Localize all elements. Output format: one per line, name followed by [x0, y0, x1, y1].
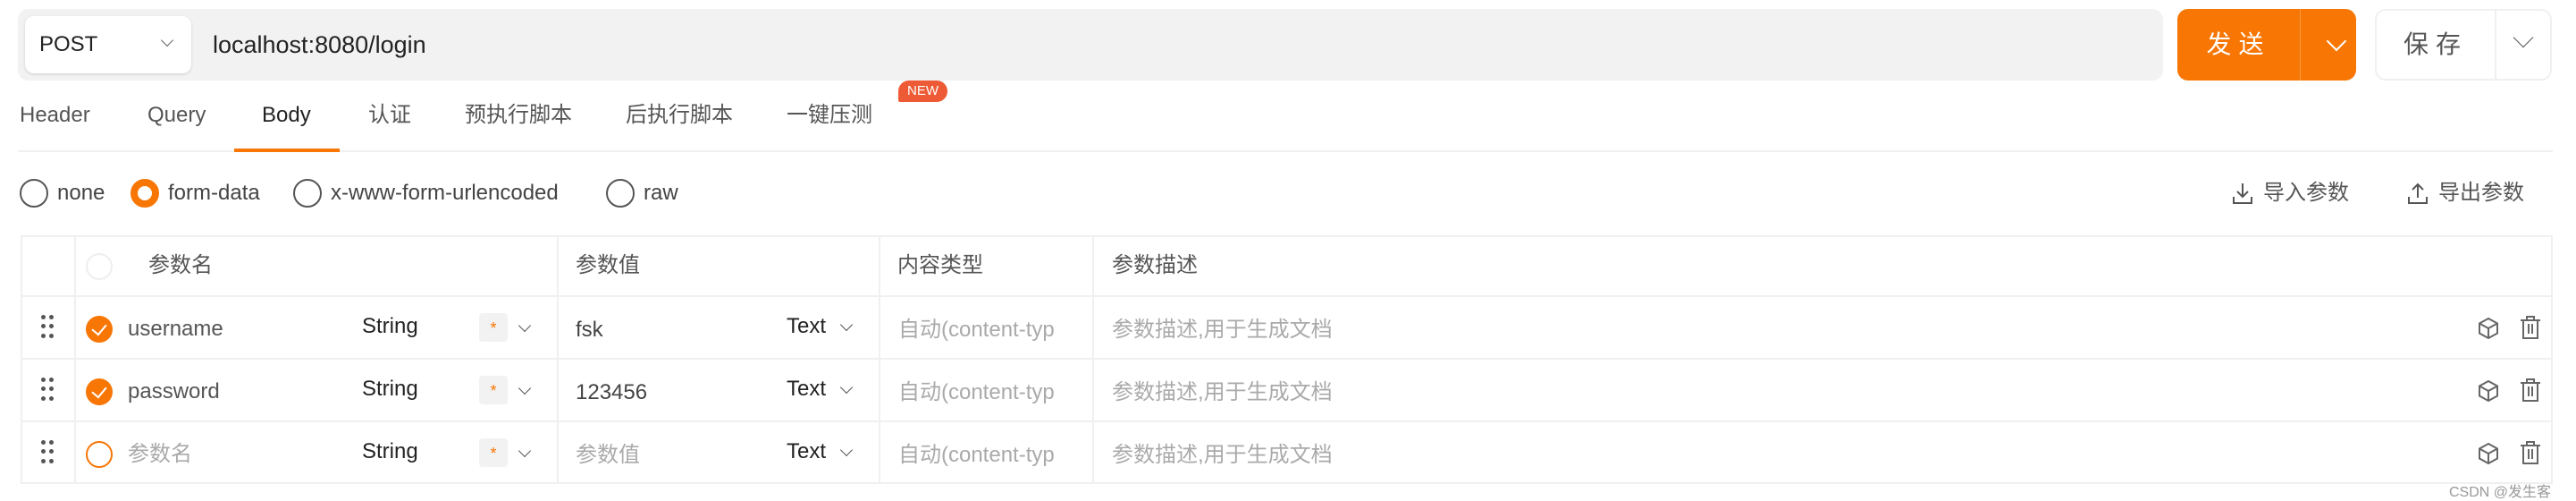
content-type-input[interactable]: 自动(content-typ	[898, 378, 1055, 408]
header-description: 参数描述	[1112, 253, 1198, 277]
chevron-down-icon	[160, 33, 174, 47]
row-checkbox[interactable]	[86, 316, 113, 343]
download-icon	[2233, 183, 2252, 204]
tab-body[interactable]: Body	[262, 100, 311, 131]
param-value-input[interactable]: fsk	[576, 315, 603, 345]
header-content-type: 内容类型	[897, 253, 983, 277]
trash-icon[interactable]	[2519, 315, 2542, 340]
drag-handle-icon[interactable]	[41, 378, 54, 401]
row-checkbox[interactable]	[86, 441, 113, 468]
radio-none[interactable]	[20, 179, 48, 208]
save-label: 保存	[2403, 30, 2468, 58]
cube-icon[interactable]	[2477, 317, 2500, 340]
radio-raw[interactable]	[606, 179, 635, 208]
select-all-checkbox[interactable]	[86, 253, 113, 280]
watermark: CSDN @发生客	[2449, 485, 2552, 500]
import-params-button[interactable]: 导入参数	[2231, 178, 2349, 208]
save-button[interactable]: 保存	[2375, 9, 2552, 81]
param-type-select[interactable]: String	[362, 311, 418, 342]
content-type-input[interactable]: 自动(content-typ	[898, 315, 1055, 345]
active-tab-indicator	[234, 149, 340, 152]
cube-icon[interactable]	[2477, 379, 2500, 403]
tab-load-test[interactable]: 一键压测	[787, 100, 872, 131]
col-divider	[1092, 235, 1094, 484]
header-name: 参数名	[148, 253, 213, 277]
param-value-input[interactable]: 123456	[576, 378, 647, 408]
required-toggle[interactable]: *	[479, 438, 508, 467]
param-type-select[interactable]: String	[362, 374, 418, 404]
required-toggle[interactable]: *	[479, 313, 508, 342]
col-divider	[74, 235, 76, 484]
header-value: 参数值	[576, 253, 640, 277]
tab-header[interactable]: Header	[20, 100, 90, 131]
divider	[2300, 9, 2301, 81]
param-type-select[interactable]: String	[362, 437, 418, 467]
param-name-input[interactable]: 参数名	[128, 439, 192, 470]
radio-form-data[interactable]	[130, 179, 159, 208]
method-label: POST	[39, 32, 98, 56]
drag-handle-icon[interactable]	[41, 315, 54, 338]
row-checkbox[interactable]	[86, 378, 113, 405]
value-type-select[interactable]: Text	[787, 311, 826, 342]
col-divider	[879, 235, 880, 484]
description-input[interactable]: 参数描述,用于生成文档	[1112, 315, 1333, 345]
export-label: 导出参数	[2438, 181, 2524, 205]
required-toggle[interactable]: *	[479, 376, 508, 404]
trash-icon[interactable]	[2519, 440, 2542, 465]
send-options-chevron-icon[interactable]	[2326, 30, 2347, 52]
tab-pre-script[interactable]: 预执行脚本	[465, 100, 572, 131]
send-label: 发送	[2206, 30, 2271, 58]
export-params-button[interactable]: 导出参数	[2406, 178, 2524, 208]
trash-icon[interactable]	[2519, 378, 2542, 403]
divider	[2495, 11, 2496, 79]
description-input[interactable]: 参数描述,用于生成文档	[1112, 440, 1333, 471]
tab-post-script[interactable]: 后执行脚本	[626, 100, 733, 131]
content-type-input[interactable]: 自动(content-typ	[898, 440, 1055, 471]
upload-icon	[2408, 183, 2428, 204]
tab-auth[interactable]: 认证	[368, 100, 411, 131]
radio-urlencoded[interactable]	[293, 179, 322, 208]
value-type-select[interactable]: Text	[787, 437, 826, 467]
drag-handle-icon[interactable]	[41, 440, 54, 463]
value-type-select[interactable]: Text	[787, 374, 826, 404]
param-value-input[interactable]: 参数值	[576, 440, 640, 471]
radio-label[interactable]: none	[57, 178, 105, 208]
method-select[interactable]: POST	[25, 16, 191, 73]
radio-label[interactable]: form-data	[168, 178, 260, 208]
row-divider	[21, 358, 2553, 360]
url-input[interactable]: localhost:8080/login	[213, 25, 426, 64]
param-name-input[interactable]: username	[128, 314, 223, 344]
radio-label[interactable]: raw	[644, 178, 678, 208]
row-divider	[21, 295, 2553, 297]
param-name-input[interactable]: password	[128, 377, 220, 407]
save-options-chevron-icon[interactable]	[2513, 27, 2534, 48]
cube-icon[interactable]	[2477, 442, 2500, 465]
radio-label[interactable]: x-www-form-urlencoded	[331, 178, 559, 208]
col-divider	[557, 235, 559, 484]
row-divider	[21, 420, 2553, 422]
tab-divider	[18, 150, 2553, 152]
tab-query[interactable]: Query	[147, 100, 206, 131]
send-button[interactable]: 发送	[2177, 9, 2356, 81]
import-label: 导入参数	[2263, 181, 2349, 205]
new-badge: NEW	[898, 81, 947, 102]
description-input[interactable]: 参数描述,用于生成文档	[1112, 378, 1333, 408]
